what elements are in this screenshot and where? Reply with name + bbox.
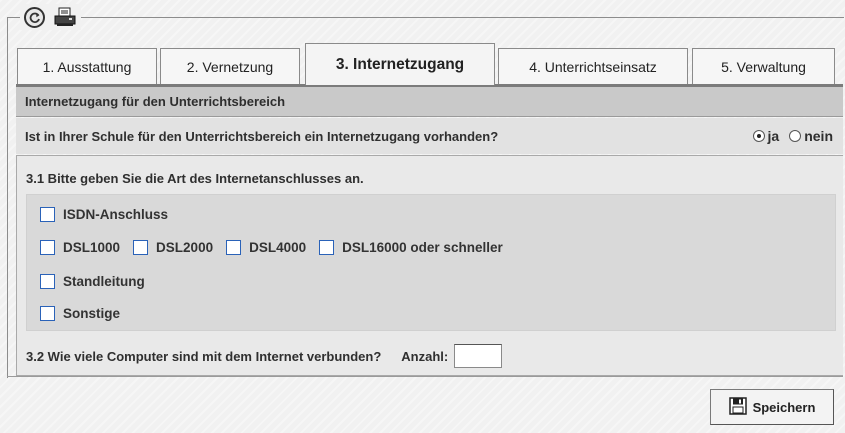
checkbox-sonstige-label: Sonstige [63,306,121,321]
option-dsl1000[interactable]: DSL1000 [40,240,120,255]
radio-ja-label: ja [767,128,780,144]
internet-question-row: Ist in Ihrer Schule für den Unterrichtsb… [16,118,843,154]
tab-verwaltung[interactable]: 5. Verwaltung [692,48,835,84]
save-icon [728,396,747,418]
tab-unterrichtseinsatz[interactable]: 4. Unterrichtseinsatz [498,48,688,84]
checkbox-dsl4000[interactable] [226,240,242,255]
internet-radio-group: ja nein [752,118,833,154]
radio-nein-circle[interactable] [789,130,802,142]
radio-ja-circle[interactable] [752,130,765,142]
tab-vernetzung[interactable]: 2. Vernetzung [160,48,300,84]
option-dsl2000[interactable]: DSL2000 [133,240,213,255]
section-header-label: Internetzugang für den Unterrichtsbereic… [25,94,286,109]
checkbox-dsl1000[interactable] [40,240,55,255]
print-icon[interactable] [53,7,77,27]
checkbox-row-dsl: DSL1000 DSL2000 DSL4000 DSL16000 oder sc… [40,240,516,255]
option-dsl16000[interactable]: DSL16000 oder schneller [319,240,503,255]
checkbox-dsl1000-label: DSL1000 [63,240,121,255]
computer-count-input[interactable] [454,344,503,368]
option-sonstige[interactable]: Sonstige [40,306,120,321]
option-dsl4000[interactable]: DSL4000 [226,240,306,255]
section-31-title: 3.1 Bitte geben Sie die Art des Internet… [26,171,364,186]
internet-question-label: Ist in Ihrer Schule für den Unterrichtsb… [25,128,499,144]
tab-ausstattung[interactable]: 1. Ausstattung [17,48,157,84]
option-standleitung[interactable]: Standleitung [40,274,145,289]
checkbox-dsl2000-label: DSL2000 [156,240,214,255]
section-32-row: 3.2 Wie viele Computer sind mit dem Inte… [26,344,503,368]
checkbox-dsl16000-label: DSL16000 oder schneller [342,240,503,255]
checkbox-isdn[interactable] [40,207,55,222]
toolbar [20,4,81,30]
tab-internetzugang[interactable]: 3. Internetzugang [305,43,495,85]
save-button-label: Speichern [752,399,816,415]
section-32-question: 3.2 Wie viele Computer sind mit dem Inte… [26,348,382,364]
section-header: Internetzugang für den Unterrichtsbereic… [16,87,843,117]
option-isdn[interactable]: ISDN-Anschluss [40,207,168,222]
radio-nein[interactable]: nein [789,128,833,144]
checkbox-isdn-label: ISDN-Anschluss [63,207,169,222]
checkbox-row-standleitung: Standleitung [40,274,158,289]
refresh-icon[interactable] [24,6,45,28]
radio-nein-label: nein [804,128,833,144]
count-label: Anzahl: [401,348,449,364]
checkbox-standleitung[interactable] [40,274,55,289]
frame-bottom-line [7,376,843,377]
checkbox-standleitung-label: Standleitung [63,274,145,289]
save-button[interactable]: Speichern [710,389,834,425]
checkbox-dsl4000-label: DSL4000 [249,240,307,255]
checkbox-row-isdn: ISDN-Anschluss [40,207,181,222]
checkbox-dsl2000[interactable] [133,240,149,255]
radio-ja[interactable]: ja [752,128,780,144]
checkbox-row-sonstige: Sonstige [40,306,133,321]
checkbox-sonstige[interactable] [40,306,55,321]
checkbox-dsl16000[interactable] [319,240,335,255]
